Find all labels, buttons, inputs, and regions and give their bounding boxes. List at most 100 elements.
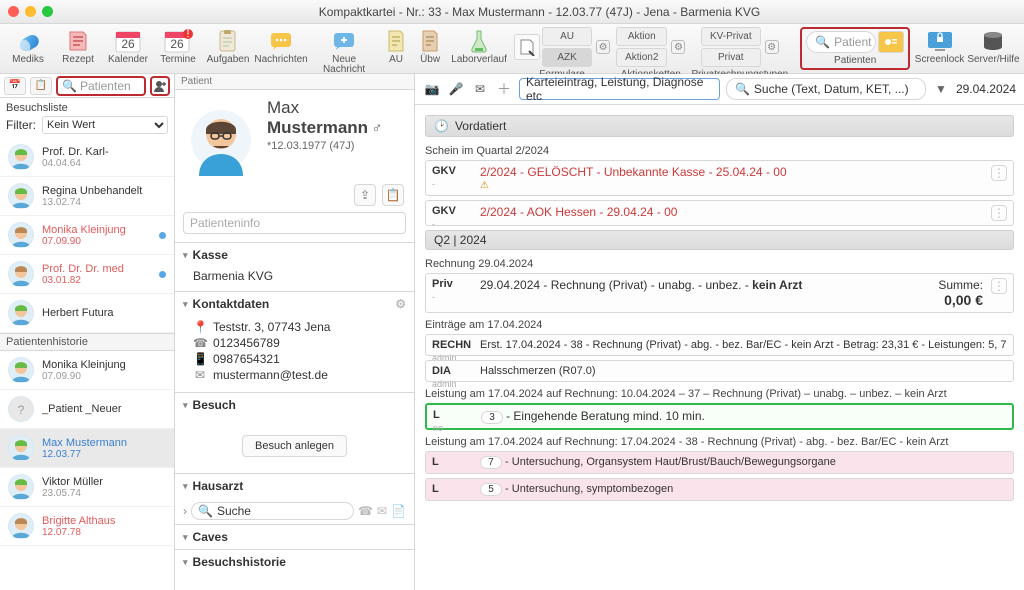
rechnung-row[interactable]: Priv - 29.04.2024 - Rechnung (Privat) - …	[425, 273, 1014, 313]
besuch-anlegen-button[interactable]: Besuch anlegen	[242, 435, 347, 457]
serverhelp-button[interactable]: Server/Hilfe	[969, 27, 1018, 65]
aktion-1[interactable]: Aktion	[616, 27, 667, 46]
aktion-2[interactable]: Aktion2	[616, 48, 667, 67]
eintrag-row[interactable]: DIAadminHalsschmerzen (R07.0)	[425, 360, 1014, 382]
row-menu-icon[interactable]: ⋮	[991, 278, 1007, 294]
list-item[interactable]: Brigitte Althaus12.07.78	[0, 507, 174, 546]
timeline-date[interactable]: 29.04.2024	[956, 82, 1016, 96]
add-patient-button[interactable]	[150, 76, 170, 96]
sidebar-tab-list[interactable]: 📋	[30, 77, 52, 95]
gear-icon[interactable]: ⚙	[596, 40, 610, 54]
nachrichten-button[interactable]: Nachrichten	[256, 27, 306, 65]
window-controls[interactable]	[8, 6, 53, 17]
rezept-button[interactable]: Rezept	[56, 27, 100, 65]
sidebar-search[interactable]: 🔍 Patienten	[56, 76, 146, 96]
aufgaben-button[interactable]: Aufgaben	[206, 27, 250, 65]
search-icon: 🔍	[198, 504, 213, 518]
formular-azk[interactable]: AZK	[542, 48, 592, 67]
laborverlauf-button[interactable]: Laborverlauf	[450, 27, 508, 65]
schein-row[interactable]: GKV-2/2024 - GELÖSCHT - Unbekannte Kasse…	[425, 160, 1014, 196]
patient-clipboard-button[interactable]: 📋	[382, 184, 404, 206]
avatar	[8, 261, 34, 287]
list-item[interactable]: Viktor Müller23.05.74	[0, 468, 174, 507]
screenlock-button[interactable]: Screenlock	[916, 27, 963, 65]
avatar	[8, 513, 34, 539]
band-vordatiert[interactable]: 🕑Vordatiert	[425, 115, 1014, 137]
schein-row[interactable]: GKV-2/2024 - AOK Hessen - 29.04.24 - 00⋮	[425, 200, 1014, 226]
acc-caves[interactable]: ▾Caves	[175, 525, 414, 549]
chevron-down-icon: ▾	[183, 299, 188, 310]
acc-kasse[interactable]: ▾Kasse	[175, 243, 414, 267]
termine-button[interactable]: 26! Termine	[156, 27, 200, 65]
list-item[interactable]: Monika Kleinjung07.09.90	[0, 351, 174, 390]
list-item[interactable]: Prof. Dr. Dr. med03.01.82	[0, 255, 174, 294]
patient-share-button[interactable]: ⇪	[354, 184, 376, 206]
acc-kontakt[interactable]: ▾Kontaktdaten⚙	[175, 292, 414, 316]
mail-icon[interactable]: ✉	[377, 504, 387, 518]
patienteninfo-input[interactable]: Patienteninfo	[183, 212, 406, 234]
acc-besuchshistorie[interactable]: ▾Besuchshistorie	[175, 550, 414, 574]
hausarzt-search[interactable]: 🔍Suche	[191, 502, 354, 520]
patient-card-icon[interactable]	[878, 31, 904, 53]
row-menu-icon[interactable]: ⋮	[991, 165, 1007, 181]
timeline-search[interactable]: 🔍Suche (Text, Datum, KET, ...)	[726, 78, 926, 100]
close-icon[interactable]	[8, 6, 19, 17]
maximize-icon[interactable]	[42, 6, 53, 17]
list-item[interactable]: Herbert Futura	[0, 294, 174, 333]
neue-nachricht-button[interactable]: Neue Nachricht	[312, 27, 376, 75]
svg-text:?: ?	[18, 403, 25, 417]
chevron-down-icon: ▾	[183, 557, 188, 568]
mail-icon: ✉	[193, 368, 207, 382]
formulare-group: AU AZK ⚙ Formulare	[514, 27, 610, 80]
privat[interactable]: Privat	[701, 48, 761, 67]
kv-privat[interactable]: KV-Privat	[701, 27, 761, 46]
au-button[interactable]: AU	[382, 27, 410, 65]
leist2-header: Leistung am 17.04.2024 auf Rechnung: 17.…	[425, 436, 1014, 448]
kalender-button[interactable]: 26 Kalender	[106, 27, 150, 65]
list-item[interactable]: ?_Patient _Neuer	[0, 390, 174, 429]
phone-icon[interactable]: ☎	[358, 504, 373, 518]
leistung-row[interactable]: L7 - Untersuchung, Organsystem Haut/Brus…	[425, 451, 1014, 474]
list-item[interactable]: Monika Kleinjung07.09.90	[0, 216, 174, 255]
camera-icon[interactable]: 📷	[423, 80, 441, 98]
list-item[interactable]: Regina Unbehandelt13.02.74	[0, 177, 174, 216]
filter-icon[interactable]: ▼	[932, 80, 950, 98]
filter-select[interactable]: Kein Wert	[42, 116, 168, 134]
minimize-icon[interactable]	[25, 6, 36, 17]
add-entry-button[interactable]: ＋	[495, 79, 513, 99]
avatar	[8, 222, 34, 248]
search-icon: 🔍	[735, 82, 750, 96]
gear-icon[interactable]: ⚙	[395, 297, 406, 311]
list-item[interactable]: Prof. Dr. Karl-04.04.64	[0, 138, 174, 177]
entry-input[interactable]: Karteieintrag, Leistung, Diagnose etc	[519, 78, 720, 100]
acc-hausarzt[interactable]: ▾Hausarzt	[175, 474, 414, 498]
patient-search-top[interactable]: 🔍 Patient	[806, 31, 876, 53]
gear-icon[interactable]: ⚙	[671, 40, 685, 54]
main-toolbar: Mediks Rezept 26 Kalender 26! Termine Au…	[0, 24, 1024, 74]
chevron-right-icon[interactable]: ›	[183, 504, 187, 518]
leistung-row[interactable]: L no 3 - Eingehende Beratung mind. 10 mi…	[425, 403, 1014, 430]
patient-firstname: Max	[267, 98, 383, 118]
uebw-button[interactable]: Übw	[416, 27, 444, 65]
gear-icon[interactable]: ⚙	[765, 40, 779, 54]
window-title: Kompaktkartei - Nr.: 33 - Max Mustermann…	[63, 5, 1016, 19]
list-item[interactable]: Max Mustermann12.03.77	[0, 429, 174, 468]
sidebar-tab-calendar[interactable]: 📅	[4, 77, 26, 95]
formular-au[interactable]: AU	[542, 27, 592, 46]
band-q2[interactable]: Q2 | 2024	[425, 230, 1014, 250]
eintrag-row[interactable]: RECHNadminErst. 17.04.2024 - 38 - Rechnu…	[425, 334, 1014, 356]
mediks-button[interactable]: Mediks	[6, 27, 50, 65]
formulare-pick-icon[interactable]	[514, 34, 540, 60]
avatar: ?	[8, 396, 34, 422]
chevron-down-icon: ▾	[183, 250, 188, 261]
row-menu-icon[interactable]: ⋮	[991, 205, 1007, 221]
mail-icon[interactable]: ✉	[471, 80, 489, 98]
mic-icon[interactable]: 🎤	[447, 80, 465, 98]
leistung-row[interactable]: L5 - Untersuchung, symptombezogen	[425, 478, 1014, 501]
doc-icon[interactable]: 📄	[391, 504, 406, 518]
svg-text:26: 26	[170, 37, 184, 51]
acc-besuch[interactable]: ▾Besuch	[175, 393, 414, 417]
chevron-down-icon: ▾	[183, 400, 188, 411]
chevron-down-icon: ▾	[183, 481, 188, 492]
section-besuchsliste: Besuchsliste	[0, 98, 174, 116]
